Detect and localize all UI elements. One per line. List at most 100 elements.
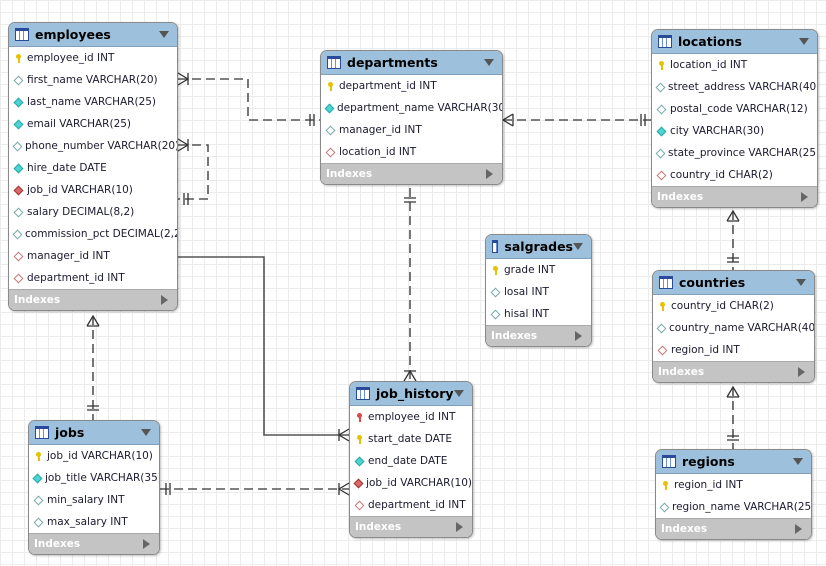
column-label: first_name VARCHAR(20) xyxy=(27,74,158,86)
nullable-column-icon xyxy=(13,75,24,86)
table-header[interactable]: salgrades xyxy=(486,235,591,259)
column-row[interactable]: region_id INT xyxy=(656,474,811,496)
nullable-column-icon xyxy=(655,148,666,159)
table-job-history[interactable]: job_history employee_id INT start_date DA… xyxy=(349,381,473,538)
indexes-section[interactable]: Indexes xyxy=(29,533,159,554)
indexes-section[interactable]: Indexes xyxy=(9,289,177,310)
table-departments[interactable]: departments department_id INT department_… xyxy=(320,50,503,185)
column-row[interactable]: min_salary INT xyxy=(29,489,159,511)
collapse-arrow-icon[interactable] xyxy=(454,390,464,397)
indexes-section[interactable]: Indexes xyxy=(486,325,591,346)
column-label: department_name VARCHAR(30) xyxy=(337,102,503,114)
column-row[interactable]: last_name VARCHAR(25) xyxy=(9,91,177,113)
column-row[interactable]: street_address VARCHAR(40) xyxy=(652,76,817,98)
not-null-column-icon xyxy=(13,97,24,108)
column-row[interactable]: department_id INT xyxy=(350,494,472,516)
column-row[interactable]: job_id VARCHAR(10) xyxy=(350,472,472,494)
column-label: manager_id INT xyxy=(339,124,422,136)
indexes-section[interactable]: Indexes xyxy=(652,186,817,207)
column-label: last_name VARCHAR(25) xyxy=(27,96,157,108)
column-row[interactable]: start_date DATE xyxy=(350,428,472,450)
table-header[interactable]: job_history xyxy=(350,382,472,406)
table-header[interactable]: employees xyxy=(9,23,177,47)
column-row[interactable]: end_date DATE xyxy=(350,450,472,472)
column-row[interactable]: department_id INT xyxy=(9,267,177,289)
column-row[interactable]: state_province VARCHAR(25) xyxy=(652,142,817,164)
column-row[interactable]: department_id INT xyxy=(321,75,502,97)
column-row[interactable]: location_id INT xyxy=(321,141,502,163)
table-header[interactable]: countries xyxy=(653,271,814,295)
collapse-arrow-icon[interactable] xyxy=(793,458,803,465)
column-row[interactable]: email VARCHAR(25) xyxy=(9,113,177,135)
expand-arrow-icon[interactable] xyxy=(801,192,808,202)
collapse-arrow-icon[interactable] xyxy=(796,279,806,286)
column-label: street_address VARCHAR(40) xyxy=(668,81,818,93)
indexes-label: Indexes xyxy=(34,538,81,550)
expand-arrow-icon[interactable] xyxy=(161,295,168,305)
column-row[interactable]: phone_number VARCHAR(20) xyxy=(9,135,177,157)
column-row[interactable]: grade INT xyxy=(486,259,591,281)
expand-arrow-icon[interactable] xyxy=(486,169,493,179)
column-label: manager_id INT xyxy=(27,250,110,262)
table-header[interactable]: regions xyxy=(656,450,811,474)
column-row[interactable]: employee_id INT xyxy=(9,47,177,69)
column-row[interactable]: region_name VARCHAR(25) xyxy=(656,496,811,518)
collapse-arrow-icon[interactable] xyxy=(141,429,151,436)
indexes-section[interactable]: Indexes xyxy=(350,516,472,537)
collapse-arrow-icon[interactable] xyxy=(799,38,809,45)
indexes-section[interactable]: Indexes xyxy=(656,518,811,539)
column-row[interactable]: manager_id INT xyxy=(9,245,177,267)
column-label: state_province VARCHAR(25) xyxy=(668,147,818,159)
column-row[interactable]: job_id VARCHAR(10) xyxy=(29,445,159,467)
table-locations[interactable]: locations location_id INT street_address … xyxy=(651,29,818,208)
expand-arrow-icon[interactable] xyxy=(795,524,802,534)
table-header[interactable]: locations xyxy=(652,30,817,54)
table-salgrades[interactable]: salgrades grade INT losal INT hisal INT Ind… xyxy=(485,234,592,347)
column-row[interactable]: job_id VARCHAR(10) xyxy=(9,179,177,201)
column-row[interactable]: postal_code VARCHAR(12) xyxy=(652,98,817,120)
column-row[interactable]: department_name VARCHAR(30) xyxy=(321,97,502,119)
table-countries[interactable]: countries country_id CHAR(2) country_name… xyxy=(652,270,815,383)
table-title: countries xyxy=(679,275,746,290)
column-row[interactable]: country_id CHAR(2) xyxy=(653,295,814,317)
column-row[interactable]: max_salary INT xyxy=(29,511,159,533)
nullable-foreign-key-icon xyxy=(657,345,668,356)
primary-key-icon xyxy=(657,60,666,71)
table-header[interactable]: jobs xyxy=(29,421,159,445)
column-row[interactable]: job_title VARCHAR(35) xyxy=(29,467,159,489)
column-row[interactable]: city VARCHAR(30) xyxy=(652,120,817,142)
expand-arrow-icon[interactable] xyxy=(456,522,463,532)
column-label: commission_pct DECIMAL(2,2) xyxy=(25,228,178,240)
collapse-arrow-icon[interactable] xyxy=(159,31,169,38)
column-row[interactable]: hisal INT xyxy=(486,303,591,325)
column-row[interactable]: first_name VARCHAR(20) xyxy=(9,69,177,91)
indexes-section[interactable]: Indexes xyxy=(653,361,814,382)
table-employees[interactable]: employees employee_id INT first_name VARC… xyxy=(8,22,178,311)
column-row[interactable]: commission_pct DECIMAL(2,2) xyxy=(9,223,177,245)
table-regions[interactable]: regions region_id INT region_name VARCHAR… xyxy=(655,449,812,540)
expand-arrow-icon[interactable] xyxy=(798,367,805,377)
column-row[interactable]: salary DECIMAL(8,2) xyxy=(9,201,177,223)
table-jobs[interactable]: jobs job_id VARCHAR(10) job_title VARCHAR… xyxy=(28,420,160,555)
column-row[interactable]: hire_date DATE xyxy=(9,157,177,179)
nullable-column-icon xyxy=(656,323,667,334)
nullable-column-icon xyxy=(12,141,23,152)
table-title: salgrades xyxy=(504,239,573,254)
table-header[interactable]: departments xyxy=(321,51,502,75)
column-row[interactable]: country_name VARCHAR(40) xyxy=(653,317,814,339)
expand-arrow-icon[interactable] xyxy=(143,539,150,549)
column-row[interactable]: manager_id INT xyxy=(321,119,502,141)
not-null-column-icon xyxy=(656,126,667,137)
column-row[interactable]: region_id INT xyxy=(653,339,814,361)
column-label: salary DECIMAL(8,2) xyxy=(27,206,135,218)
foreign-key-icon xyxy=(353,478,364,489)
collapse-arrow-icon[interactable] xyxy=(573,243,583,250)
table-icon xyxy=(35,426,49,439)
expand-arrow-icon[interactable] xyxy=(575,331,582,341)
collapse-arrow-icon[interactable] xyxy=(484,59,494,66)
column-row[interactable]: employee_id INT xyxy=(350,406,472,428)
column-row[interactable]: country_id CHAR(2) xyxy=(652,164,817,186)
column-row[interactable]: losal INT xyxy=(486,281,591,303)
indexes-section[interactable]: Indexes xyxy=(321,163,502,184)
column-row[interactable]: location_id INT xyxy=(652,54,817,76)
